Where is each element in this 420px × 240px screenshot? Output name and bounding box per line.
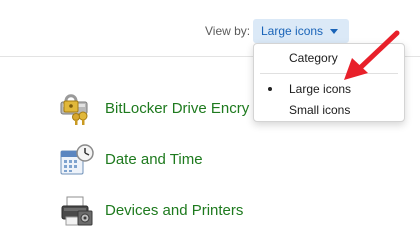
chevron-down-icon [330,29,338,34]
view-by-label: View by: [205,24,251,38]
printer-icon [61,196,93,226]
item-label: BitLocker Drive Encry [105,100,250,117]
menu-separator [260,73,398,74]
item-devices-and-printers[interactable]: Devices and Printers [58,194,388,228]
view-by-value: Large icons [261,24,324,38]
selected-bullet-icon [268,87,272,91]
item-bitlocker[interactable]: BitLocker Drive Encry [58,92,388,126]
view-by-dropdown[interactable]: Large icons [253,19,349,43]
calendar-clock-icon [60,144,94,175]
item-label: Devices and Printers [105,202,244,219]
menu-item-label: Category [289,51,338,65]
item-label: Date and Time [105,151,203,168]
bitlocker-icon [60,94,88,125]
menu-item-category[interactable]: Category [254,48,404,68]
item-date-and-time[interactable]: Date and Time [58,143,388,177]
